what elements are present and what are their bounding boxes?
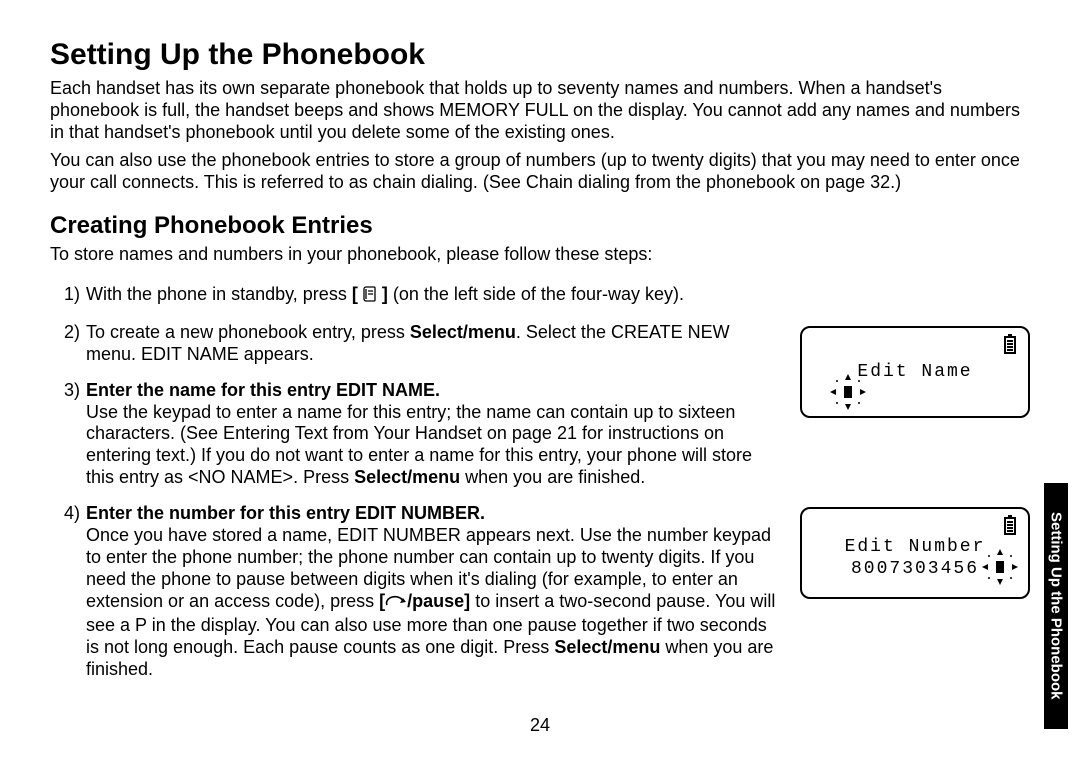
step-1-text-b: (on the left side of the four-way key). [388, 284, 684, 304]
step-1: 1) With the phone in standby, press [ ] … [50, 284, 1030, 308]
lcd-edit-name-text: Edit Name [802, 362, 1028, 382]
step-3-title: Enter the name for this entry EDIT NAME. [86, 380, 440, 400]
step-4: 4) Enter the number for this entry EDIT … [50, 503, 784, 681]
intro-paragraph-2: You can also use the phonebook entries t… [50, 150, 1030, 194]
subheading-creating-entries: Creating Phonebook Entries [50, 212, 1030, 240]
page-number: 24 [50, 715, 1030, 736]
sub-intro: To store names and numbers in your phone… [50, 244, 1030, 266]
battery-icon [1004, 517, 1016, 535]
select-menu-label-3: Select/menu [554, 637, 660, 657]
intro-paragraph-1: Each handset has its own separate phoneb… [50, 78, 1030, 144]
step-3-text-b: when you are finished. [460, 467, 645, 487]
lcd-edit-number: Edit Number 8007303456 [800, 507, 1030, 599]
select-menu-label: Select/menu [410, 322, 516, 342]
step-1-text-a: With the phone in standby, press [86, 284, 352, 304]
step-1-body: With the phone in standby, press [ ] (on… [86, 284, 1030, 308]
step-2-number: 2) [50, 322, 86, 366]
phonebook-key-label: [ ] [352, 284, 388, 304]
step-4-body: Enter the number for this entry EDIT NUM… [86, 503, 784, 681]
pause-key-text: /pause] [407, 591, 470, 611]
phonebook-icon [363, 286, 377, 308]
step-4-number: 4) [50, 503, 86, 681]
redial-icon [385, 593, 407, 615]
lcd-phone-number-text: 8007303456 [802, 559, 1028, 579]
step-2-text-a: To create a new phonebook entry, press [86, 322, 410, 342]
lcd-edit-name: Edit Name [800, 326, 1030, 418]
step-3-number: 3) [50, 380, 86, 490]
page-title: Setting Up the Phonebook [50, 38, 1030, 72]
step-3-body: Enter the name for this entry EDIT NAME.… [86, 380, 784, 490]
step-1-number: 1) [50, 284, 86, 308]
step-4-title: Enter the number for this entry EDIT NUM… [86, 503, 485, 523]
side-tab-label: Setting Up the Phonebook [1044, 483, 1068, 729]
step-3: 3) Enter the name for this entry EDIT NA… [50, 380, 784, 490]
step-2-body: To create a new phonebook entry, press S… [86, 322, 784, 366]
select-menu-label-2: Select/menu [354, 467, 460, 487]
lcd-edit-number-text: Edit Number [802, 537, 1028, 557]
step-2: 2) To create a new phonebook entry, pres… [50, 322, 784, 366]
battery-icon [1004, 336, 1016, 354]
pause-key-label: [/pause] [379, 591, 470, 611]
